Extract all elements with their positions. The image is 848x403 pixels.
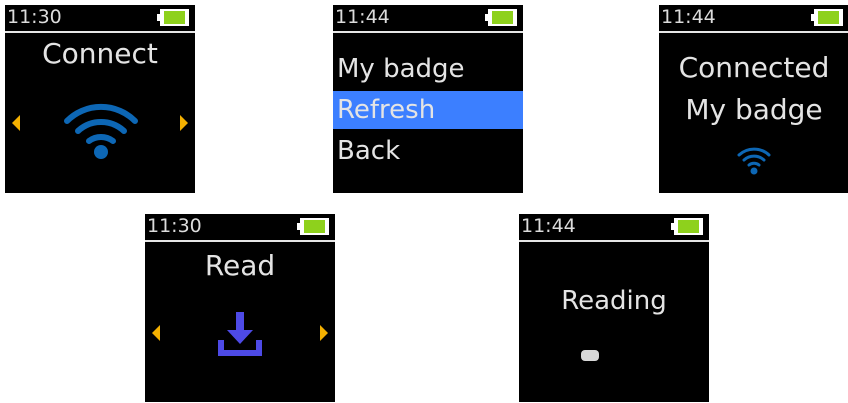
progress-indicator [581, 350, 599, 361]
screen-menu: 11:44 My badge Refresh Back [333, 5, 523, 193]
battery-icon [811, 9, 843, 26]
clock: 11:44 [521, 215, 576, 237]
status-divider [5, 31, 195, 33]
status-bar: 11:30 [145, 214, 335, 242]
menu-item-refresh[interactable]: Refresh [333, 91, 523, 129]
status-bar: 11:44 [659, 5, 848, 33]
screen-title: Read [204, 249, 276, 282]
wifi-icon [737, 147, 771, 175]
clock: 11:44 [661, 6, 716, 28]
screen-reading: 11:44 Reading [519, 214, 709, 402]
clock: 11:44 [335, 6, 390, 28]
status-bar: 11:44 [333, 5, 523, 33]
next-arrow-icon[interactable] [320, 325, 328, 341]
status-divider [519, 240, 709, 242]
status-divider [333, 31, 523, 33]
status-divider [659, 31, 848, 33]
connected-status-text: Connected [678, 51, 830, 84]
battery-icon [157, 9, 189, 26]
status-divider [145, 240, 335, 242]
status-bar: 11:30 [5, 5, 195, 33]
screen-title: Reading [561, 286, 667, 316]
battery-icon [297, 218, 329, 235]
download-icon [218, 312, 262, 356]
menu-item-my-badge[interactable]: My badge [333, 50, 523, 88]
screen-connect: 11:30 Connect [5, 5, 195, 193]
battery-icon [671, 218, 703, 235]
prev-arrow-icon[interactable] [12, 115, 20, 131]
wifi-icon [64, 103, 138, 159]
battery-icon [485, 9, 517, 26]
clock: 11:30 [7, 6, 62, 28]
clock: 11:30 [147, 215, 202, 237]
screen-connected: 11:44 Connected My badge [659, 5, 848, 193]
menu-item-back[interactable]: Back [333, 132, 523, 170]
screen-title: Connect [42, 37, 158, 70]
screen-read: 11:30 Read [145, 214, 335, 402]
status-bar: 11:44 [519, 214, 709, 242]
prev-arrow-icon[interactable] [152, 325, 160, 341]
next-arrow-icon[interactable] [180, 115, 188, 131]
connected-device-name: My badge [685, 93, 823, 126]
